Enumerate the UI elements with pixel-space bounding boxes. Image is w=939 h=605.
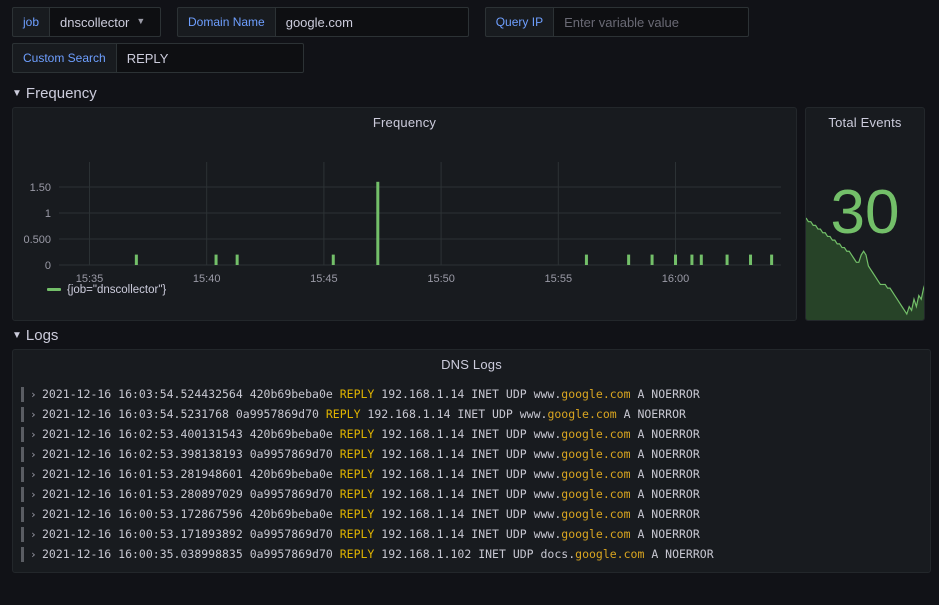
log-op-token: REPLY <box>340 467 375 481</box>
expand-log-icon[interactable]: › <box>30 428 42 441</box>
variable-domain-name-label: Domain Name <box>177 7 275 37</box>
expand-log-icon[interactable]: › <box>30 548 42 561</box>
log-op-token: REPLY <box>340 507 375 521</box>
panel-total-events: Total Events 30 <box>805 107 925 321</box>
panel-total-events-title: Total Events <box>806 108 924 130</box>
log-domain-token: google.com <box>561 467 630 481</box>
log-level-indicator <box>21 387 24 402</box>
expand-log-icon[interactable]: › <box>30 388 42 401</box>
log-level-indicator <box>21 487 24 502</box>
log-op-token: REPLY <box>340 547 375 561</box>
variable-job: job dnscollector ▼ <box>12 7 161 37</box>
log-line[interactable]: ›2021-12-16 16:02:53.400131543 420b69beb… <box>21 424 930 444</box>
variable-job-label: job <box>12 7 49 37</box>
log-line-text: 2021-12-16 16:00:53.171893892 0a9957869d… <box>42 527 700 541</box>
expand-log-icon[interactable]: › <box>30 488 42 501</box>
template-variable-bar: job dnscollector ▼ Domain Name google.co… <box>0 0 939 73</box>
chevron-down-icon: ▼ <box>12 331 22 341</box>
variable-custom-search-input[interactable]: REPLY <box>116 43 304 73</box>
svg-text:15:45: 15:45 <box>310 273 338 285</box>
variable-query-ip-input[interactable]: Enter variable value <box>553 7 749 37</box>
panel-dns-logs-title: DNS Logs <box>13 350 930 372</box>
expand-log-icon[interactable]: › <box>30 508 42 521</box>
log-domain-token: google.com <box>561 447 630 461</box>
chevron-down-icon: ▼ <box>136 17 145 26</box>
log-line[interactable]: ›2021-12-16 16:02:53.398138193 0a9957869… <box>21 444 930 464</box>
log-line-text: 2021-12-16 16:00:35.038998835 0a9957869d… <box>42 547 714 561</box>
svg-text:15:40: 15:40 <box>193 273 221 285</box>
svg-text:0.500: 0.500 <box>23 234 51 246</box>
log-level-indicator <box>21 547 24 562</box>
frequency-chart[interactable]: 1.5010.500015:3515:4015:4515:5015:5516:0… <box>13 130 796 306</box>
log-line[interactable]: ›2021-12-16 16:01:53.280897029 0a9957869… <box>21 484 930 504</box>
log-line[interactable]: ›2021-12-16 16:03:54.524432564 420b69beb… <box>21 384 930 404</box>
variable-domain-name: Domain Name google.com <box>177 7 469 37</box>
row-header-logs[interactable]: ▼ Logs <box>0 321 939 349</box>
log-domain-token: google.com <box>575 547 644 561</box>
log-level-indicator <box>21 507 24 522</box>
total-events-value: 30 <box>806 182 924 244</box>
log-domain-token: google.com <box>561 487 630 501</box>
expand-log-icon[interactable]: › <box>30 448 42 461</box>
log-line-text: 2021-12-16 16:00:53.172867596 420b69beba… <box>42 507 700 521</box>
variable-job-select[interactable]: dnscollector ▼ <box>49 7 161 37</box>
variable-query-ip: Query IP Enter variable value <box>485 7 749 37</box>
log-line[interactable]: ›2021-12-16 16:00:53.171893892 0a9957869… <box>21 524 930 544</box>
log-domain-token: google.com <box>561 427 630 441</box>
log-op-token: REPLY <box>340 387 375 401</box>
log-level-indicator <box>21 407 24 422</box>
frequency-chart-svg: 1.5010.500015:3515:4015:4515:5015:5516:0… <box>13 130 796 306</box>
log-domain-token: google.com <box>561 387 630 401</box>
expand-log-icon[interactable]: › <box>30 468 42 481</box>
log-line-text: 2021-12-16 16:03:54.524432564 420b69beba… <box>42 387 700 401</box>
log-line-text: 2021-12-16 16:03:54.5231768 0a9957869d70… <box>42 407 686 421</box>
log-line-text: 2021-12-16 16:01:53.280897029 0a9957869d… <box>42 487 700 501</box>
panel-dns-logs: DNS Logs ›2021-12-16 16:03:54.524432564 … <box>12 349 931 573</box>
log-op-token: REPLY <box>340 487 375 501</box>
svg-text:{job="dnscollector"}: {job="dnscollector"} <box>67 284 166 296</box>
variable-domain-name-input[interactable]: google.com <box>275 7 469 37</box>
log-line-list: ›2021-12-16 16:03:54.524432564 420b69beb… <box>13 372 930 564</box>
log-domain-token: google.com <box>547 407 616 421</box>
log-line[interactable]: ›2021-12-16 16:01:53.281948601 420b69beb… <box>21 464 930 484</box>
row-header-frequency-label: Frequency <box>26 85 97 102</box>
chevron-down-icon: ▼ <box>12 89 22 99</box>
log-line-text: 2021-12-16 16:02:53.400131543 420b69beba… <box>42 427 700 441</box>
panel-frequency-title: Frequency <box>13 108 796 130</box>
svg-text:1.50: 1.50 <box>30 182 51 194</box>
variable-custom-search: Custom Search REPLY <box>12 43 304 73</box>
panel-frequency: Frequency 1.5010.500015:3515:4015:4515:5… <box>12 107 797 321</box>
expand-log-icon[interactable]: › <box>30 528 42 541</box>
variable-query-ip-label: Query IP <box>485 7 553 37</box>
log-line[interactable]: ›2021-12-16 16:00:53.172867596 420b69beb… <box>21 504 930 524</box>
log-op-token: REPLY <box>326 407 361 421</box>
svg-text:15:55: 15:55 <box>545 273 573 285</box>
log-op-token: REPLY <box>340 447 375 461</box>
frequency-row-panels: Frequency 1.5010.500015:3515:4015:4515:5… <box>0 107 939 321</box>
log-domain-token: google.com <box>561 507 630 521</box>
log-op-token: REPLY <box>340 527 375 541</box>
variable-job-value: dnscollector <box>60 15 129 30</box>
expand-log-icon[interactable]: › <box>30 408 42 421</box>
log-line-text: 2021-12-16 16:02:53.398138193 0a9957869d… <box>42 447 700 461</box>
log-domain-token: google.com <box>561 527 630 541</box>
row-header-logs-label: Logs <box>26 327 59 344</box>
log-op-token: REPLY <box>340 427 375 441</box>
log-level-indicator <box>21 527 24 542</box>
log-level-indicator <box>21 467 24 482</box>
log-level-indicator <box>21 447 24 462</box>
variable-row-1: job dnscollector ▼ Domain Name google.co… <box>12 7 931 37</box>
svg-text:16:00: 16:00 <box>662 273 690 285</box>
svg-text:0: 0 <box>45 260 51 272</box>
svg-text:15:50: 15:50 <box>427 273 455 285</box>
svg-text:1: 1 <box>45 208 51 220</box>
log-line-text: 2021-12-16 16:01:53.281948601 420b69beba… <box>42 467 700 481</box>
log-level-indicator <box>21 427 24 442</box>
variable-row-2: Custom Search REPLY <box>12 43 931 73</box>
log-line[interactable]: ›2021-12-16 16:00:35.038998835 0a9957869… <box>21 544 930 564</box>
variable-custom-search-label: Custom Search <box>12 43 116 73</box>
row-header-frequency[interactable]: ▼ Frequency <box>0 79 939 107</box>
log-line[interactable]: ›2021-12-16 16:03:54.5231768 0a9957869d7… <box>21 404 930 424</box>
